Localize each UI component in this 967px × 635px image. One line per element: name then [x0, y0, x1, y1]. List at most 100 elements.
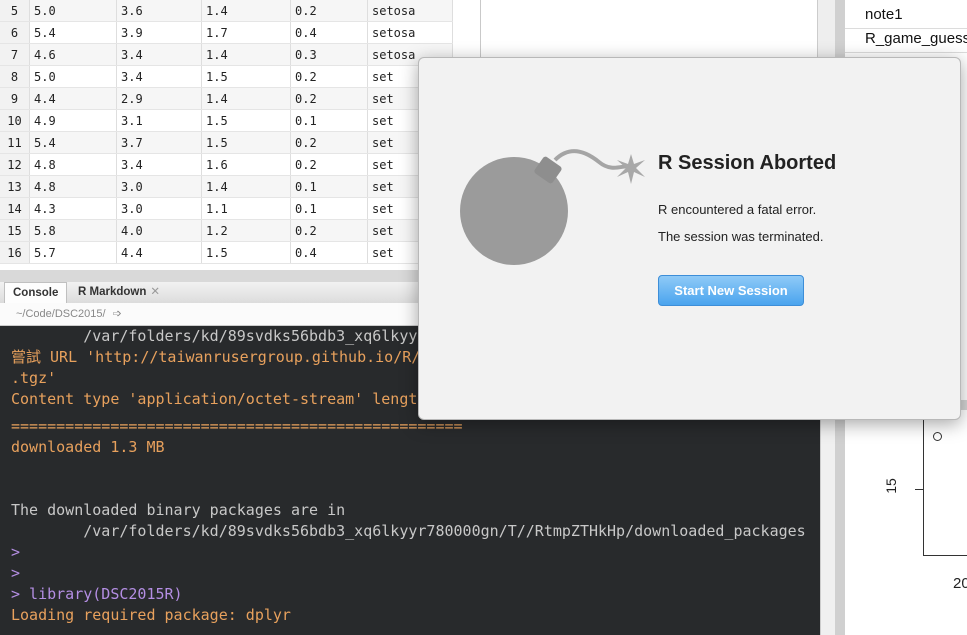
table-cell: 3.7 [116, 131, 202, 154]
table-cell: 1.5 [201, 241, 291, 264]
table-cell: 5.4 [29, 131, 117, 154]
close-icon[interactable]: ✕ [150, 286, 160, 298]
table-cell: 0.4 [290, 21, 368, 44]
table-cell: 5.7 [29, 241, 117, 264]
row-number: 11 [0, 131, 30, 154]
plots-pane: 15 20 [845, 410, 967, 635]
table-cell: 5.0 [29, 65, 117, 88]
table-cell: 4.3 [29, 197, 117, 220]
plot-axes [923, 410, 967, 556]
table-row: 15 5.8 4.0 1.2 0.2 set [0, 219, 453, 242]
table-cell: 0.1 [290, 175, 368, 198]
table-cell: 0.2 [290, 0, 368, 22]
table-row: 8 5.0 3.4 1.5 0.2 set [0, 65, 453, 88]
table-cell: 4.6 [29, 43, 117, 66]
list-item[interactable]: note1 [865, 6, 903, 23]
row-number: 15 [0, 219, 30, 242]
table-cell: 0.1 [290, 197, 368, 220]
console-line: 嘗試 URL 'http://taiwanrusergroup.github.i… [11, 348, 421, 366]
table-cell: 1.6 [201, 153, 291, 176]
console-line: > [11, 543, 21, 561]
bomb-icon [460, 149, 645, 265]
table-cell: 0.2 [290, 87, 368, 110]
table-cell: 3.0 [116, 197, 202, 220]
table-cell: 1.4 [201, 0, 291, 22]
table-cell: 5.4 [29, 21, 117, 44]
table-row: 7 4.6 3.4 1.4 0.3 setosa [0, 43, 453, 66]
plot-y-tick-label: 15 [882, 478, 899, 494]
data-viewer: 5 5.0 3.6 1.4 0.2 setosa 6 5.4 3.9 1.7 0.4 setosa 7 4… [0, 0, 481, 270]
table-cell: 1.7 [201, 21, 291, 44]
table-cell: 0.4 [290, 241, 368, 264]
table-cell: setosa [367, 21, 453, 44]
list-item[interactable]: R_game_guess [865, 30, 967, 47]
row-number: 6 [0, 21, 30, 44]
table-cell: 3.4 [116, 65, 202, 88]
plot-point [933, 432, 942, 441]
table-cell: 1.4 [201, 43, 291, 66]
row-number: 14 [0, 197, 30, 220]
table-row: 16 5.7 4.4 1.5 0.4 set [0, 241, 453, 264]
table-cell: 3.9 [116, 21, 202, 44]
data-table: 5 5.0 3.6 1.4 0.2 setosa 6 5.4 3.9 1.7 0.4 setosa 7 4… [0, 0, 453, 264]
table-cell: 4.0 [116, 219, 202, 242]
table-cell: 1.1 [201, 197, 291, 220]
table-cell: 4.8 [29, 153, 117, 176]
table-cell: 4.9 [29, 109, 117, 132]
table-cell: 3.4 [116, 43, 202, 66]
table-cell: 4.4 [29, 87, 117, 110]
table-cell: 1.5 [201, 65, 291, 88]
table-cell: setosa [367, 0, 453, 22]
plot-y-tick-mark [915, 489, 923, 490]
table-cell: 1.4 [201, 87, 291, 110]
tab-console-label: Console [13, 287, 59, 299]
console-line: /var/folders/kd/89svdks56bdb3_xq6lkyyr78… [11, 522, 806, 540]
table-cell: 1.2 [201, 219, 291, 242]
table-row: 10 4.9 3.1 1.5 0.1 set [0, 109, 453, 132]
console-line: .tgz' [11, 369, 57, 387]
console-line: > library(DSC2015R) [11, 585, 183, 603]
console-line: ========================================… [11, 417, 463, 435]
table-cell: 1.5 [201, 131, 291, 154]
console-line: The downloaded binary packages are in [11, 501, 346, 519]
divider [845, 52, 967, 53]
table-cell: 0.1 [290, 109, 368, 132]
go-to-directory-icon[interactable]: ➩ [113, 308, 122, 320]
dialog-title: R Session Aborted [658, 152, 837, 174]
table-cell: 3.0 [116, 175, 202, 198]
row-number: 10 [0, 109, 30, 132]
tab-console[interactable]: Console [4, 282, 68, 304]
table-cell: 1.4 [201, 175, 291, 198]
table-row: 14 4.3 3.0 1.1 0.1 set [0, 197, 453, 220]
dialog-message: R encountered a fatal error. [658, 202, 817, 217]
table-cell: 0.2 [290, 131, 368, 154]
table-cell: 3.6 [116, 0, 202, 22]
console-line: /var/folders/kd/89svdks56bdb3_xq6lkyy [11, 327, 418, 345]
table-cell: 0.2 [290, 65, 368, 88]
table-row: 12 4.8 3.4 1.6 0.2 set [0, 153, 453, 176]
table-row: 13 4.8 3.0 1.4 0.1 set [0, 175, 453, 198]
table-cell: 4.8 [29, 175, 117, 198]
tab-r-markdown-label: R Markdown [78, 286, 147, 298]
table-cell: 0.2 [290, 219, 368, 242]
table-cell: 3.1 [116, 109, 202, 132]
tab-r-markdown[interactable]: R Markdown ✕ [70, 282, 168, 303]
table-cell: 4.4 [116, 241, 202, 264]
table-row: 6 5.4 3.9 1.7 0.4 setosa [0, 21, 453, 44]
table-row: 11 5.4 3.7 1.5 0.2 set [0, 131, 453, 154]
console-line: downloaded 1.3 MB [11, 438, 165, 456]
console-line: Loading required package: dplyr [11, 606, 291, 624]
console-path: ~/Code/DSC2015/ [16, 308, 106, 320]
console-line: > [11, 564, 21, 582]
dialog-message: The session was terminated. [658, 229, 824, 244]
table-row: 5 5.0 3.6 1.4 0.2 setosa [0, 0, 453, 22]
table-cell: 2.9 [116, 87, 202, 110]
row-number: 12 [0, 153, 30, 176]
row-number: 7 [0, 43, 30, 66]
table-cell: 3.4 [116, 153, 202, 176]
table-cell: 0.2 [290, 153, 368, 176]
row-number: 16 [0, 241, 30, 264]
table-cell: 5.0 [29, 0, 117, 22]
start-new-session-button[interactable]: Start New Session [658, 275, 804, 306]
table-cell: 0.3 [290, 43, 368, 66]
